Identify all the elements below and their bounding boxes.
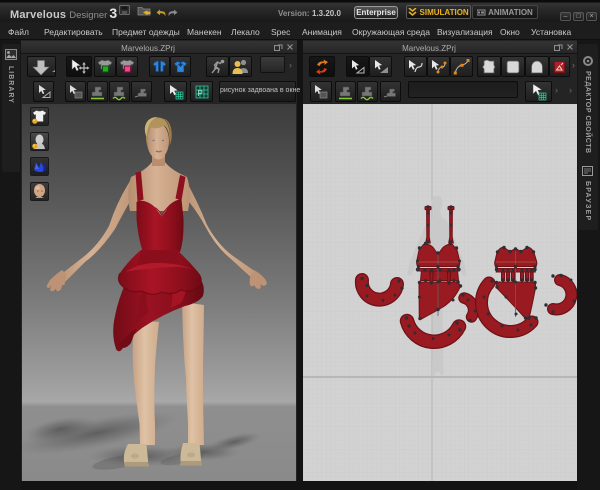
svg-text:P: P [198,89,203,98]
